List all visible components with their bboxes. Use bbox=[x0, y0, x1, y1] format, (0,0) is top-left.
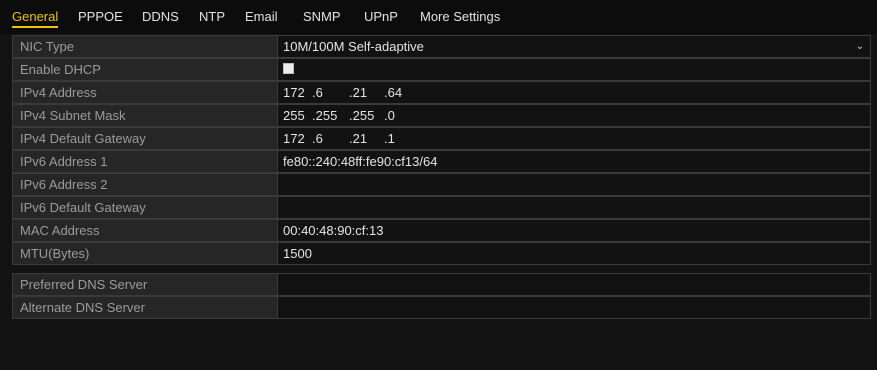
ipv4-address-octet-4[interactable]: .64 bbox=[384, 82, 402, 103]
ipv4-subnet-mask-octet-1[interactable]: 255 bbox=[283, 105, 305, 126]
alternate-dns-row: Alternate DNS Server bbox=[12, 296, 871, 319]
enable-dhcp-row: Enable DHCP bbox=[12, 58, 871, 81]
nic-type-select[interactable]: 10M/100M Self-adaptive ⌄ bbox=[278, 36, 870, 57]
ipv6-address-1-row: IPv6 Address 1 fe80::240:48ff:fe90:cf13/… bbox=[12, 150, 871, 173]
ipv4-gateway-octet-1[interactable]: 172 bbox=[283, 128, 305, 149]
tab-ddns[interactable]: DDNS bbox=[142, 9, 179, 29]
ipv4-address-octet-1[interactable]: 172 bbox=[283, 82, 305, 103]
ipv4-gateway-octet-2[interactable]: .6 bbox=[312, 128, 323, 149]
ipv6-address-2-value bbox=[278, 174, 870, 195]
ipv4-subnet-mask-octet-3[interactable]: .255 bbox=[349, 105, 374, 126]
ipv4-gateway-octet-3[interactable]: .21 bbox=[349, 128, 367, 149]
tab-general[interactable]: General bbox=[12, 9, 59, 29]
enable-dhcp-checkbox[interactable] bbox=[283, 63, 294, 74]
alternate-dns-input[interactable] bbox=[278, 297, 870, 318]
ipv6-address-1-label: IPv6 Address 1 bbox=[13, 151, 278, 172]
tab-upnp[interactable]: UPnP bbox=[364, 9, 398, 29]
tab-pppoe[interactable]: PPPOE bbox=[78, 9, 123, 29]
mtu-row: MTU(Bytes) 1500 bbox=[12, 242, 871, 265]
chevron-down-icon[interactable]: ⌄ bbox=[856, 36, 864, 57]
nic-type-label: NIC Type bbox=[13, 36, 278, 57]
ipv6-default-gateway-label: IPv6 Default Gateway bbox=[13, 197, 278, 218]
mtu-input[interactable]: 1500 bbox=[278, 243, 870, 264]
ipv4-subnet-mask-octet-4[interactable]: .0 bbox=[384, 105, 395, 126]
ipv4-subnet-mask-label: IPv4 Subnet Mask bbox=[13, 105, 278, 126]
mtu-label: MTU(Bytes) bbox=[13, 243, 278, 264]
ipv4-subnet-mask-row: IPv4 Subnet Mask 255 .255 .255 .0 bbox=[12, 104, 871, 127]
ipv6-address-2-row: IPv6 Address 2 bbox=[12, 173, 871, 196]
preferred-dns-input[interactable] bbox=[278, 274, 870, 295]
ipv4-address-field[interactable]: 172 .6 .21 .64 bbox=[278, 82, 870, 103]
enable-dhcp-field bbox=[278, 59, 870, 80]
tab-more-settings[interactable]: More Settings bbox=[420, 9, 500, 29]
ipv4-address-octet-3[interactable]: .21 bbox=[349, 82, 367, 103]
ipv4-default-gateway-row: IPv4 Default Gateway 172 .6 .21 .1 bbox=[12, 127, 871, 150]
network-settings-panel: General PPPOE DDNS NTP Email SNMP UPnP M… bbox=[0, 0, 877, 370]
preferred-dns-label: Preferred DNS Server bbox=[13, 274, 278, 295]
ipv6-default-gateway-value bbox=[278, 197, 870, 218]
ipv4-subnet-mask-octet-2[interactable]: .255 bbox=[312, 105, 337, 126]
ipv4-subnet-mask-field[interactable]: 255 .255 .255 .0 bbox=[278, 105, 870, 126]
alternate-dns-label: Alternate DNS Server bbox=[13, 297, 278, 318]
mac-address-label: MAC Address bbox=[13, 220, 278, 241]
enable-dhcp-label: Enable DHCP bbox=[13, 59, 278, 80]
ipv4-gateway-octet-4[interactable]: .1 bbox=[384, 128, 395, 149]
ipv4-address-octet-2[interactable]: .6 bbox=[312, 82, 323, 103]
ipv6-address-1-value: fe80::240:48ff:fe90:cf13/64 bbox=[278, 151, 870, 172]
ipv4-address-label: IPv4 Address bbox=[13, 82, 278, 103]
nic-type-value: 10M/100M Self-adaptive bbox=[283, 39, 424, 54]
ipv6-default-gateway-row: IPv6 Default Gateway bbox=[12, 196, 871, 219]
preferred-dns-row: Preferred DNS Server bbox=[12, 273, 871, 296]
nic-type-row: NIC Type 10M/100M Self-adaptive ⌄ bbox=[12, 35, 871, 58]
ipv4-default-gateway-label: IPv4 Default Gateway bbox=[13, 128, 278, 149]
tab-bar: General PPPOE DDNS NTP Email SNMP UPnP M… bbox=[0, 0, 877, 34]
tab-ntp[interactable]: NTP bbox=[199, 9, 225, 29]
mac-address-row: MAC Address 00:40:48:90:cf:13 bbox=[12, 219, 871, 242]
tab-email[interactable]: Email bbox=[245, 9, 278, 29]
ipv4-address-row: IPv4 Address 172 .6 .21 .64 bbox=[12, 81, 871, 104]
ipv6-address-2-label: IPv6 Address 2 bbox=[13, 174, 278, 195]
mac-address-value: 00:40:48:90:cf:13 bbox=[278, 220, 870, 241]
ipv4-default-gateway-field[interactable]: 172 .6 .21 .1 bbox=[278, 128, 870, 149]
tab-snmp[interactable]: SNMP bbox=[303, 9, 341, 29]
